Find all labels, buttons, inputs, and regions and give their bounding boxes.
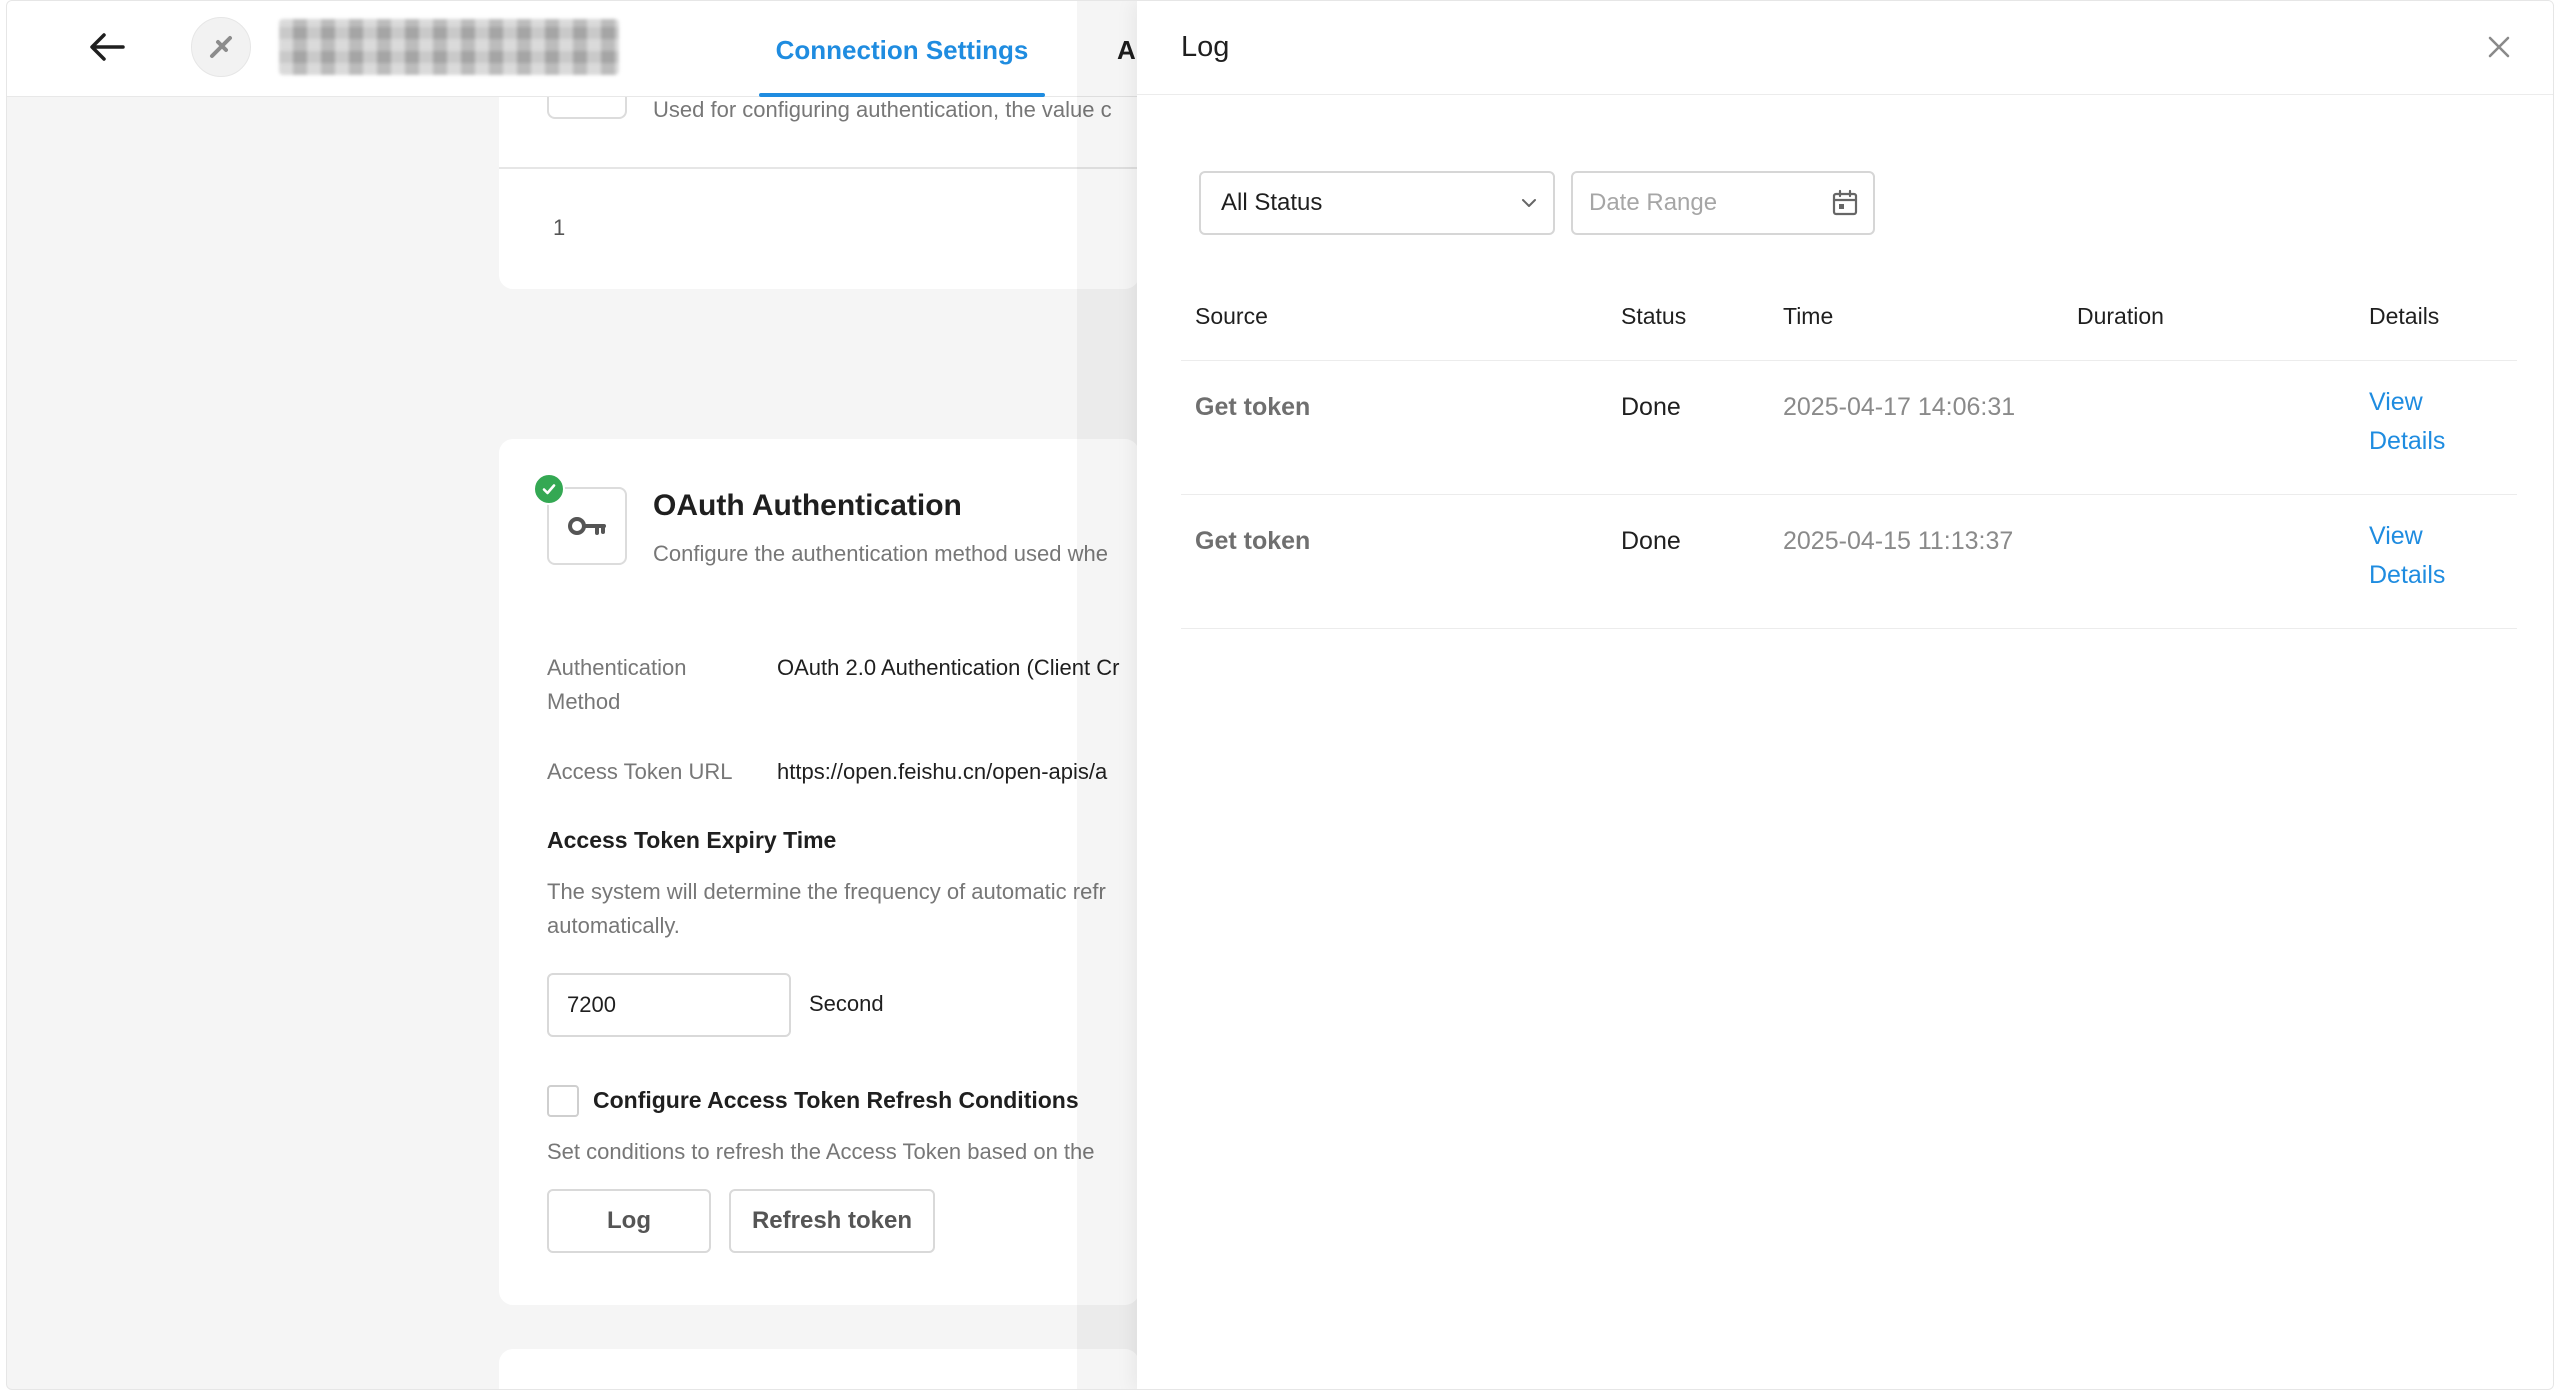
- status-filter-value: All Status: [1221, 189, 1323, 216]
- token-url-label: Access Token URL: [547, 759, 733, 784]
- back-button[interactable]: [79, 25, 135, 69]
- refresh-conditions-label[interactable]: Configure Access Token Refresh Condition…: [593, 1087, 1079, 1114]
- refresh-description: Set conditions to refresh the Access Tok…: [547, 1139, 1095, 1164]
- close-icon: [2488, 36, 2510, 58]
- auth-method-label: Authentication Method: [547, 655, 687, 714]
- view-details-link[interactable]: View Details: [2369, 517, 2469, 595]
- col-details: Details: [2369, 303, 2440, 329]
- expiry-unit: Second: [809, 991, 884, 1016]
- row-source: Get token: [1195, 393, 1311, 421]
- connection-name-blurred: [279, 19, 619, 75]
- row-source: Get token: [1195, 527, 1311, 555]
- connection-icon: [191, 17, 251, 77]
- date-range-placeholder: Date Range: [1589, 189, 1718, 216]
- next-card: [499, 1349, 1139, 1389]
- token-url-value: https://open.feishu.cn/open-apis/a: [777, 759, 1108, 784]
- row-status: Done: [1621, 393, 1681, 421]
- expiry-title: Access Token Expiry Time: [547, 827, 837, 853]
- config-card-top: Used for configuring authentication, the…: [499, 97, 1139, 289]
- drawer-overlay: [1077, 1, 1137, 1389]
- config-description: Used for configuring authentication, the…: [653, 97, 1112, 122]
- close-button[interactable]: [2477, 25, 2521, 69]
- log-table: Source Status Time Duration Details Get …: [1181, 281, 2517, 629]
- drawer-header: Log: [1137, 1, 2553, 95]
- oauth-title: OAuth Authentication: [653, 489, 962, 522]
- table-row: Get token Done 2025-04-15 11:13:37 View …: [1181, 495, 2517, 629]
- tab-connection-settings[interactable]: Connection Settings: [759, 35, 1045, 97]
- row-time: 2025-04-17 14:06:31: [1783, 393, 2016, 421]
- input-stub[interactable]: [547, 97, 627, 119]
- expiry-input[interactable]: [547, 973, 791, 1037]
- arrow-left-icon: [90, 33, 125, 61]
- oauth-card: OAuth Authentication Configure the authe…: [499, 439, 1139, 1305]
- row-time: 2025-04-15 11:13:37: [1783, 527, 2014, 555]
- date-range-input[interactable]: Date Range: [1571, 171, 1875, 235]
- page-number: 1: [553, 215, 566, 240]
- log-button[interactable]: Log: [547, 1189, 711, 1253]
- auth-method-value: OAuth 2.0 Authentication (Client Cr: [777, 655, 1120, 680]
- table-row: Get token Done 2025-04-17 14:06:31 View …: [1181, 361, 2517, 495]
- calendar-icon: [1832, 189, 1858, 216]
- col-source: Source: [1195, 303, 1268, 329]
- check-circle-icon: [533, 473, 565, 505]
- drawer-title: Log: [1181, 31, 1230, 63]
- expiry-description: The system will determine the frequency …: [547, 879, 1106, 938]
- refresh-token-button[interactable]: Refresh token: [729, 1189, 935, 1253]
- oauth-description: Configure the authentication method used…: [653, 541, 1108, 566]
- col-time: Time: [1783, 303, 1834, 329]
- log-drawer: Log All Status Date Range Source Status …: [1137, 1, 2553, 1389]
- refresh-conditions-checkbox[interactable]: [547, 1085, 579, 1117]
- app-window: Connection Settings A Used for configuri…: [6, 0, 2554, 1390]
- row-status: Done: [1621, 527, 1681, 555]
- status-filter-select[interactable]: All Status: [1199, 171, 1555, 235]
- view-details-link[interactable]: View Details: [2369, 383, 2469, 461]
- table-header: Source Status Time Duration Details: [1181, 281, 2517, 361]
- chevron-down-icon: [1522, 199, 1536, 207]
- col-status: Status: [1621, 303, 1687, 329]
- divider: [499, 167, 1139, 169]
- col-duration: Duration: [2077, 303, 2164, 329]
